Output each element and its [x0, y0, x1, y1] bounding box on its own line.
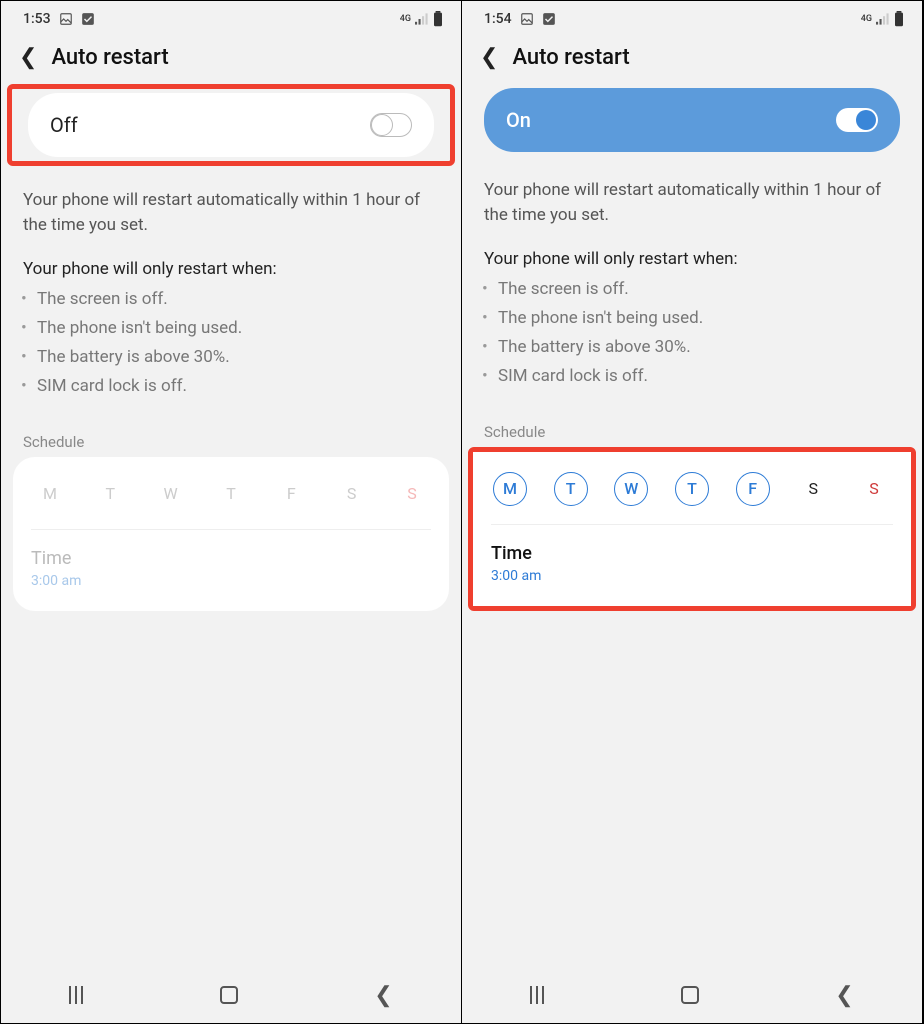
- nav-back-button[interactable]: ❮: [374, 983, 392, 1008]
- description-text: Your phone will restart automatically wi…: [462, 156, 922, 227]
- day-wed[interactable]: W: [154, 477, 188, 511]
- condition-item: The phone isn't being used.: [37, 314, 439, 343]
- phone-screen-off-state: 1:53 4G ❮ Auto restart Off Your phon: [1, 1, 462, 1023]
- battery-icon: [433, 11, 443, 27]
- day-wed[interactable]: W: [614, 472, 648, 506]
- schedule-card: M T W T F S S Time 3:00 am: [473, 452, 911, 606]
- day-sat[interactable]: S: [335, 477, 369, 511]
- time-label: Time: [491, 543, 893, 564]
- status-bar: 1:54 4G: [462, 1, 922, 37]
- toggle-state-label: Off: [50, 113, 78, 137]
- network-label: 4G: [861, 14, 872, 24]
- condition-item: The phone isn't being used.: [498, 304, 900, 333]
- schedule-section-label: Schedule: [1, 401, 461, 457]
- signal-icon: [415, 13, 429, 25]
- day-tue[interactable]: T: [554, 472, 588, 506]
- day-thu[interactable]: T: [214, 477, 248, 511]
- condition-item: The battery is above 30%.: [498, 333, 900, 362]
- day-sun[interactable]: S: [857, 472, 891, 506]
- nav-home-button[interactable]: [681, 986, 699, 1004]
- phone-screen-on-state: 1:54 4G ❮ Auto restart On Your phone: [462, 1, 923, 1023]
- condition-item: The battery is above 30%.: [37, 343, 439, 372]
- back-icon[interactable]: ❮: [19, 45, 37, 70]
- day-picker: M T W T F S S: [491, 466, 893, 525]
- page-title: Auto restart: [51, 45, 168, 70]
- auto-restart-toggle-row[interactable]: Off: [28, 93, 434, 157]
- gallery-icon: [59, 12, 73, 26]
- time-picker-row[interactable]: Time 3:00 am: [31, 530, 431, 589]
- network-label: 4G: [400, 14, 411, 24]
- page-header: ❮ Auto restart: [1, 37, 461, 84]
- page-title: Auto restart: [512, 45, 629, 70]
- conditions-title: Your phone will only restart when:: [1, 237, 461, 285]
- back-icon[interactable]: ❮: [480, 45, 498, 70]
- condition-item: SIM card lock is off.: [498, 362, 900, 391]
- condition-item: The screen is off.: [37, 285, 439, 314]
- signal-icon: [876, 13, 890, 25]
- day-mon[interactable]: M: [493, 472, 527, 506]
- toggle-switch[interactable]: [836, 108, 878, 132]
- nav-home-button[interactable]: [220, 986, 238, 1004]
- conditions-list: The screen is off. The phone isn't being…: [462, 275, 922, 391]
- battery-icon: [894, 11, 904, 27]
- status-bar: 1:53 4G: [1, 1, 461, 37]
- status-clock: 1:54: [484, 11, 512, 27]
- highlight-box-schedule: M T W T F S S Time 3:00 am: [468, 447, 916, 611]
- description-text: Your phone will restart automatically wi…: [1, 166, 461, 237]
- highlight-box-toggle: Off: [7, 84, 455, 166]
- checkbox-icon: [542, 12, 556, 26]
- schedule-section-label: Schedule: [462, 391, 922, 447]
- status-clock: 1:53: [23, 11, 51, 27]
- conditions-title: Your phone will only restart when:: [462, 227, 922, 275]
- day-picker: M T W T F S S: [31, 471, 431, 530]
- nav-recents-button[interactable]: [530, 986, 544, 1004]
- schedule-card: M T W T F S S Time 3:00 am: [13, 457, 449, 611]
- system-nav-bar: ❮: [1, 967, 461, 1023]
- page-header: ❮ Auto restart: [462, 37, 922, 84]
- day-thu[interactable]: T: [675, 472, 709, 506]
- time-value: 3:00 am: [491, 568, 893, 584]
- toggle-state-label: On: [506, 108, 531, 132]
- day-mon[interactable]: M: [33, 477, 67, 511]
- conditions-list: The screen is off. The phone isn't being…: [1, 285, 461, 401]
- condition-item: The screen is off.: [498, 275, 900, 304]
- day-sun[interactable]: S: [395, 477, 429, 511]
- time-value: 3:00 am: [31, 573, 431, 589]
- time-picker-row[interactable]: Time 3:00 am: [491, 525, 893, 584]
- system-nav-bar: ❮: [462, 967, 922, 1023]
- gallery-icon: [520, 12, 534, 26]
- time-label: Time: [31, 548, 431, 569]
- nav-recents-button[interactable]: [69, 986, 83, 1004]
- day-tue[interactable]: T: [93, 477, 127, 511]
- day-fri[interactable]: F: [736, 472, 770, 506]
- day-fri[interactable]: F: [274, 477, 308, 511]
- condition-item: SIM card lock is off.: [37, 372, 439, 401]
- auto-restart-toggle-row[interactable]: On: [484, 88, 900, 152]
- day-sat[interactable]: S: [796, 472, 830, 506]
- nav-back-button[interactable]: ❮: [835, 983, 853, 1008]
- checkbox-icon: [81, 12, 95, 26]
- toggle-switch[interactable]: [370, 113, 412, 137]
